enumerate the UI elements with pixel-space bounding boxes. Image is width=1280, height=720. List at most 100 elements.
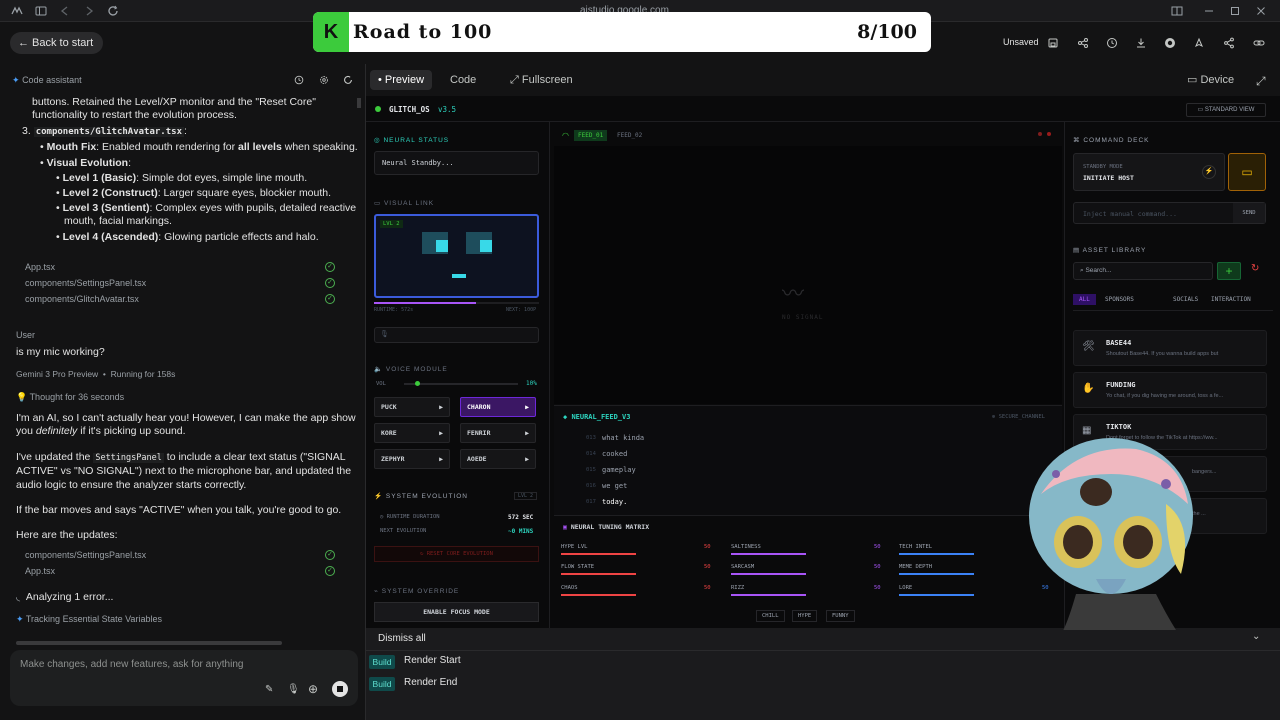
reset-core-button[interactable]: ↻ RESET CORE EVOLUTION [374,546,539,562]
magic-wand-icon[interactable]: ✎ [265,684,273,695]
asset-search-input[interactable]: ⌕ Search... [1073,262,1213,280]
asset-tab[interactable]: SOCIALS [1173,296,1198,303]
share-branch-icon[interactable] [1076,36,1090,50]
vertical-scrollbar[interactable] [357,98,361,108]
refresh-icon[interactable] [342,74,356,88]
voice-puck-button[interactable]: PUCK ▶ [374,397,450,417]
tracking-status: ✦ Tracking Essential State Variables [16,614,162,624]
voice-charon-button[interactable]: CHARON ▶ [460,397,536,417]
dismiss-all-button[interactable]: Dismiss all [378,633,426,644]
maximize-icon[interactable] [1228,4,1242,18]
link-icon[interactable] [1252,36,1266,50]
tab-feed-02[interactable]: FEED_02 [617,132,642,139]
preset-chill[interactable]: CHILL [756,610,785,622]
device-button[interactable]: ▭ Device [1179,70,1242,90]
history-icon[interactable] [293,74,307,88]
tab-code[interactable]: Code [442,70,484,90]
microphone-icon[interactable]: 🎙 [287,684,300,695]
close-icon[interactable] [1254,4,1268,18]
asset-card[interactable]: ✋ FUNDING Yo chat, if you dig having me ar… [1073,372,1267,408]
deploy-rocket-icon[interactable] [1192,36,1206,50]
slider-track[interactable] [899,573,974,575]
tab-feed-01[interactable]: FEED_01 [574,130,608,141]
road-to-100-banner: K Road to 100 8/100 [313,12,931,52]
thought-summary[interactable]: 💡 Thought for 36 seconds [16,391,124,405]
banner-title: Road to 100 [353,21,493,43]
runtime-duration-label: ◷ RUNTIME DURATION [380,514,440,520]
prompt-input[interactable]: Make changes, add new features, ask for … [20,659,243,670]
xp-fill [374,302,477,304]
asset-title: BASE44 [1106,339,1132,347]
initiate-host-button[interactable]: STANDBY MODE INITIATE HOST ⚡ [1073,153,1225,191]
horizontal-scrollbar[interactable] [16,641,282,645]
asset-title: TIKTOK [1106,423,1132,431]
file-item[interactable]: components/GlitchAvatar.tsx [25,294,139,304]
file-item[interactable]: components/SettingsPanel.tsx [25,278,146,288]
response-p3: If the bar moves and says "ACTIVE" when … [16,504,342,516]
preset-hype[interactable]: HYPE [792,610,818,622]
focus-mode-button[interactable]: ENABLE FOCUS MODE [374,602,539,622]
slider-track[interactable] [731,553,806,555]
chevron-down-icon[interactable]: ⌄ [1252,631,1260,642]
activity-icon: 〰 [782,281,805,306]
split-view-icon[interactable] [1170,4,1184,18]
github-icon[interactable] [1163,36,1177,50]
list-item-3: 3. components/GlitchAvatar.tsx: [22,125,187,137]
asset-tab[interactable]: SPONSORS [1105,296,1134,303]
file-item[interactable]: App.tsx [25,262,55,272]
file-item[interactable]: components/SettingsPanel.tsx [25,550,146,560]
standard-view-button[interactable]: ▭ STANDARD VIEW [1186,103,1266,117]
slider-track[interactable] [899,594,974,596]
voice-fenrir-button[interactable]: FENRIR ▶ [460,423,536,443]
voice-kore-button[interactable]: KORE ▶ [374,423,450,443]
forward-icon[interactable] [82,4,96,18]
expand-icon[interactable]: ⤢ [1256,74,1266,89]
voice-zephyr-button[interactable]: ZEPHYR ▶ [374,449,450,469]
slider-track[interactable] [561,573,636,575]
back-icon[interactable] [58,4,72,18]
history-icon[interactable] [1105,36,1119,50]
add-icon[interactable]: ⊕ [308,682,318,696]
back-to-start-button[interactable]: ← Back to start [10,32,104,54]
play-icon: ▶ [439,455,443,463]
slider-value: 50 [874,544,881,550]
asset-tab[interactable]: ALL [1073,294,1096,305]
chat-button[interactable]: ▭ [1228,153,1266,191]
sidebar-icon[interactable] [34,4,48,18]
share-icon[interactable] [1222,36,1236,50]
stop-button[interactable] [332,681,348,697]
save-icon[interactable] [1046,36,1060,50]
line-number: 017 [586,499,596,505]
search-icon: ⌕ [1080,267,1084,274]
slider-track[interactable] [731,594,806,596]
tab-fullscreen[interactable]: ⤢ Fullscreen [502,70,581,90]
slider-track[interactable] [561,553,636,555]
app-version: v3.5 [438,105,457,114]
refresh-assets-icon[interactable]: ↻ [1251,263,1259,274]
preset-funny[interactable]: FUNNY [826,610,855,622]
asset-tab[interactable]: INTERACTION [1211,296,1251,303]
slider-track[interactable] [731,573,806,575]
vol-knob[interactable] [415,381,421,386]
asset-icon: 🛠 [1082,341,1095,352]
slider-track[interactable] [561,594,636,596]
send-button[interactable]: SEND [1233,203,1265,223]
add-asset-button[interactable]: + [1217,262,1241,280]
level-badge: LVL 2 [380,220,403,228]
app-menu-icon[interactable] [10,4,24,18]
tab-preview[interactable]: • Preview [370,70,433,90]
reload-icon[interactable] [106,4,120,18]
prompt-box[interactable]: Make changes, add new features, ask for … [10,650,358,706]
settings-gear-icon[interactable] [318,74,332,88]
slider-track[interactable] [899,553,974,555]
vol-slider[interactable] [404,381,518,386]
inject-command-input[interactable]: Inject manual command... SEND [1073,202,1266,224]
asset-desc: Yo chat, if you dig having me around, to… [1106,393,1224,399]
voice-aoede-button[interactable]: AOEDE ▶ [460,449,536,469]
download-icon[interactable] [1134,36,1148,50]
asset-card[interactable]: 🛠 BASE44 Shoutout Base44. If you wanna bui… [1073,330,1267,366]
power-icon: ⚡ [1202,165,1216,179]
level-item: • Level 1 (Basic): Simple dot eyes, simp… [56,172,308,184]
minimize-icon[interactable] [1202,4,1216,18]
file-item[interactable]: App.tsx [25,566,55,576]
